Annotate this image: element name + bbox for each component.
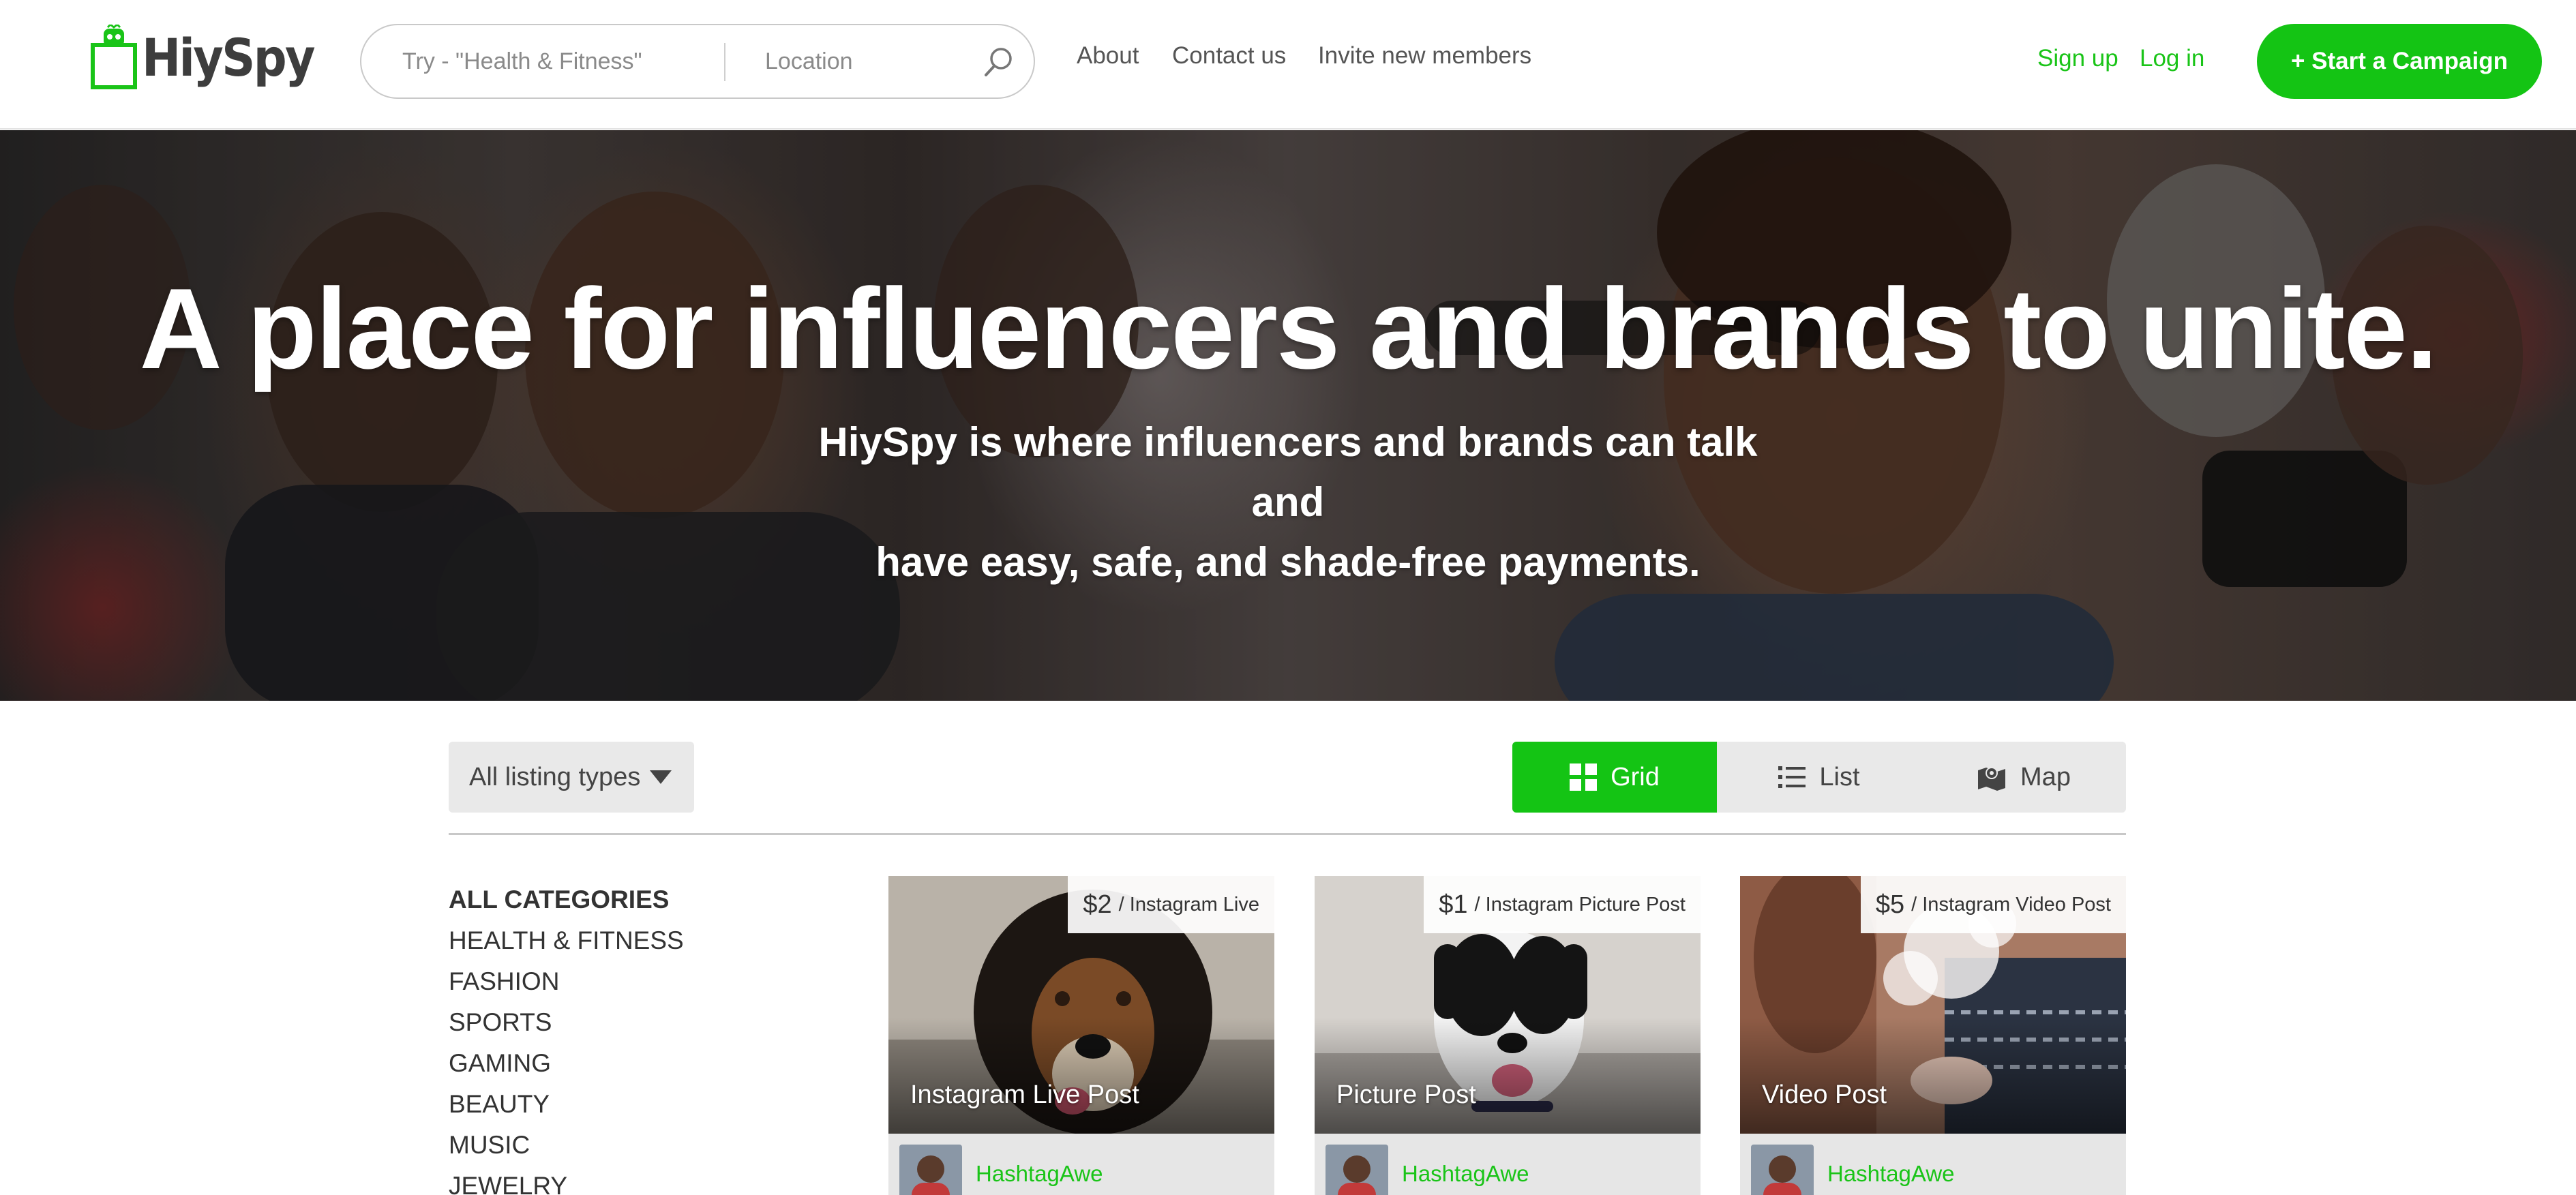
author-name-link[interactable]: HashtagAwe (1827, 1161, 1955, 1187)
listing-card[interactable]: $2 / Instagram Live Instagram Live Post … (888, 876, 1274, 1195)
search-bar: Try - "Health & Fitness" Location (360, 24, 1035, 99)
category-all[interactable]: ALL CATEGORIES (449, 879, 790, 920)
location-input[interactable]: Location (765, 25, 970, 97)
map-view-label: Map (2020, 762, 2071, 791)
list-icon (1778, 766, 1806, 788)
listing-footer: HashtagAwe (1740, 1134, 2126, 1195)
hero-subtitle-line-2: have easy, safe, and shade-free payments… (875, 539, 1701, 585)
search-divider (724, 43, 725, 81)
start-campaign-button[interactable]: + Start a Campaign (2257, 24, 2542, 99)
sign-up-link[interactable]: Sign up (2037, 45, 2118, 72)
caret-down-icon (650, 770, 672, 784)
grid-icon (1570, 763, 1598, 791)
filter-divider (449, 833, 2126, 835)
map-view-button[interactable]: Map (1921, 742, 2126, 813)
price-unit: / Instagram Picture Post (1474, 893, 1686, 916)
listing-footer: HashtagAwe (1315, 1134, 1701, 1195)
category-health-fitness[interactable]: HEALTH & FITNESS (449, 920, 790, 961)
category-list: ALL CATEGORIES HEALTH & FITNESS FASHION … (449, 879, 790, 1195)
category-beauty[interactable]: BEAUTY (449, 1084, 790, 1125)
price-unit: / Instagram Live (1118, 893, 1259, 916)
author-avatar[interactable] (899, 1145, 962, 1195)
listing-title[interactable]: Video Post (1762, 1080, 1887, 1110)
hiyspy-logo[interactable]: HiySpy (90, 22, 333, 91)
logo-text: HiySpy (142, 27, 316, 88)
list-view-button[interactable]: List (1717, 742, 1921, 813)
hero-banner: A place for influencers and brands to un… (0, 130, 2576, 701)
listing-card[interactable]: $1 / Instagram Picture Post Picture Post… (1315, 876, 1701, 1195)
nav-invite-members-link[interactable]: Invite new members (1318, 42, 1531, 70)
category-jewelry[interactable]: JEWELRY (449, 1166, 790, 1195)
top-navigation-bar: HiySpy Try - "Health & Fitness" Location… (0, 0, 2576, 130)
listing-title[interactable]: Instagram Live Post (910, 1080, 1139, 1110)
category-sports[interactable]: SPORTS (449, 1002, 790, 1043)
hero-title: A place for influencers and brands to un… (139, 264, 2438, 393)
hero-subtitle-line-1: HiySpy is where influencers and brands c… (818, 419, 1758, 525)
keyword-search-input[interactable]: Try - "Health & Fitness" (402, 25, 702, 97)
listing-types-dropdown[interactable]: All listing types (449, 742, 694, 813)
category-fashion[interactable]: FASHION (449, 961, 790, 1002)
price-value: $1 (1439, 890, 1468, 919)
search-icon[interactable] (982, 45, 1016, 79)
grid-view-button[interactable]: Grid (1512, 742, 1717, 813)
list-view-label: List (1819, 762, 1860, 791)
nav-about-link[interactable]: About (1077, 42, 1139, 70)
hero-subtitle: HiySpy is where influencers and brands c… (777, 412, 1799, 592)
author-avatar[interactable] (1751, 1145, 1814, 1195)
map-icon (1978, 767, 2006, 791)
price-tag: $5 / Instagram Video Post (1860, 876, 2126, 933)
listing-types-label: All listing types (469, 762, 641, 791)
author-name-link[interactable]: HashtagAwe (1402, 1161, 1529, 1187)
category-music[interactable]: MUSIC (449, 1125, 790, 1166)
log-in-link[interactable]: Log in (2140, 45, 2204, 72)
nav-contact-link[interactable]: Contact us (1172, 42, 1286, 70)
view-mode-toggle: Grid List Map (1512, 742, 2126, 813)
price-value: $5 (1875, 890, 1905, 919)
price-value: $2 (1083, 890, 1112, 919)
price-tag: $1 / Instagram Picture Post (1424, 876, 1701, 933)
listing-footer: HashtagAwe (888, 1134, 1274, 1195)
listing-card[interactable]: $5 / Instagram Video Post Video Post Has… (1740, 876, 2126, 1195)
price-unit: / Instagram Video Post (1911, 893, 2111, 916)
author-avatar[interactable] (1326, 1145, 1388, 1195)
category-gaming[interactable]: GAMING (449, 1043, 790, 1084)
author-name-link[interactable]: HashtagAwe (976, 1161, 1103, 1187)
listing-title[interactable]: Picture Post (1336, 1080, 1476, 1110)
grid-view-label: Grid (1611, 762, 1660, 791)
logo-bag-icon (90, 22, 138, 90)
price-tag: $2 / Instagram Live (1068, 876, 1274, 933)
